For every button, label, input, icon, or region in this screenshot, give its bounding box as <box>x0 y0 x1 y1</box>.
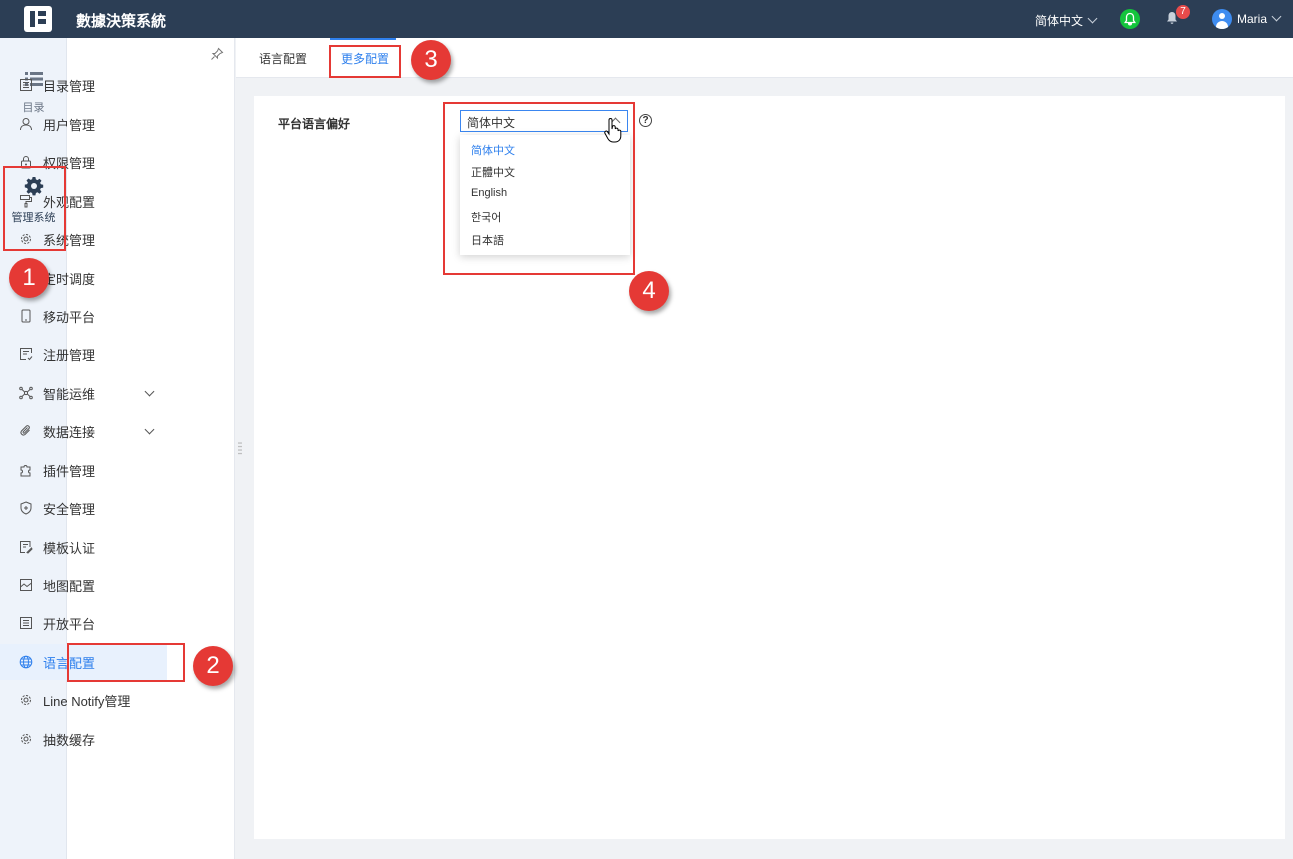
app-title: 數據決策系統 <box>76 13 167 30</box>
list-icon <box>18 615 34 631</box>
sidebar-item-label: 注册管理 <box>43 347 96 363</box>
sidebar-item-label: 插件管理 <box>43 463 96 479</box>
sidebar-item-security[interactable]: 安全管理 <box>0 490 167 526</box>
resize-handle[interactable] <box>238 442 242 456</box>
user-menu[interactable]: Maria <box>1237 11 1282 26</box>
platform-language-label: 平台语言偏好 <box>278 117 351 131</box>
sidebar-item-map[interactable]: 地图配置 <box>0 567 167 603</box>
chevron-down-icon <box>1087 13 1098 24</box>
sidebar-item-line-notify[interactable]: Line Notify管理 <box>0 682 167 718</box>
annotation-badge-3: 3 <box>411 40 451 80</box>
chevron-down-icon <box>144 424 155 435</box>
tab-language-config[interactable]: 语言配置 <box>259 50 307 67</box>
sidebar-item-plugins[interactable]: 插件管理 <box>0 452 167 488</box>
sidebar-item-users[interactable]: 用户管理 <box>0 106 167 142</box>
annotation-highlight-3 <box>329 45 401 78</box>
language-switcher[interactable]: 简体中文 <box>1035 12 1098 29</box>
sidebar-item-label: 开放平台 <box>43 616 96 632</box>
annotation-badge-4: 4 <box>629 271 669 311</box>
logo-icon[interactable] <box>24 6 52 32</box>
map-icon <box>18 577 34 593</box>
network-icon <box>18 385 34 401</box>
top-bar: 數據決策系統 简体中文 7 Maria <box>0 0 1293 38</box>
sidebar-item-label: 数据连接 <box>43 424 96 440</box>
sidebar-item-label: 智能运维 <box>43 386 96 402</box>
notification-badge: 7 <box>1176 5 1190 19</box>
chevron-down-icon <box>144 386 155 397</box>
help-icon[interactable]: ? <box>639 114 652 127</box>
sidebar-item-label: 模板认证 <box>43 540 96 556</box>
sidebar-item-template-cert[interactable]: 模板认证 <box>0 529 167 565</box>
sidebar-item-label: 定时调度 <box>43 271 96 287</box>
settings-panel <box>254 96 1285 839</box>
language-label: 简体中文 <box>1035 14 1084 28</box>
sidebar-item-label: 抽数缓存 <box>43 732 96 748</box>
sidebar-item-open-platform[interactable]: 开放平台 <box>0 605 167 641</box>
sidebar-item-label: 用户管理 <box>43 117 96 133</box>
puzzle-icon <box>18 462 34 478</box>
annotation-badge-1: 1 <box>9 258 49 298</box>
annotation-highlight-1 <box>3 166 66 251</box>
mobile-icon <box>18 308 34 324</box>
annotation-highlight-4 <box>443 102 635 275</box>
sidebar-item-catalog[interactable]: 目录管理 <box>0 67 167 103</box>
shield-icon <box>18 500 34 516</box>
pin-icon[interactable] <box>210 47 224 61</box>
globe-icon <box>18 654 34 670</box>
sidebar-item-smart-ops[interactable]: 智能运维 <box>0 375 167 411</box>
sidebar-item-data-connection[interactable]: 数据连接 <box>0 413 167 449</box>
sidebar-item-label: 地图配置 <box>43 578 96 594</box>
paperclip-icon <box>18 423 34 439</box>
username: Maria <box>1237 12 1268 26</box>
avatar[interactable] <box>1212 9 1232 29</box>
sidebar-item-label: 目录管理 <box>43 78 96 94</box>
sidebar-item-label: 移动平台 <box>43 309 96 325</box>
template-icon <box>18 539 34 555</box>
gear-icon <box>18 731 34 747</box>
catalog-icon <box>18 77 34 93</box>
sidebar-item-mobile[interactable]: 移动平台 <box>0 298 167 334</box>
chevron-down-icon <box>1271 11 1282 22</box>
user-icon <box>18 116 34 132</box>
gear-icon <box>18 692 34 708</box>
alert-bell-icon[interactable] <box>1120 9 1140 29</box>
register-icon <box>18 346 34 362</box>
annotation-highlight-2 <box>67 643 185 682</box>
sidebar-item-registration[interactable]: 注册管理 <box>0 336 167 372</box>
sidebar-item-label: Line Notify管理 <box>43 693 131 709</box>
active-tab-indicator <box>330 38 396 40</box>
sidebar-item-label: 安全管理 <box>43 501 96 517</box>
sidebar-item-extract-cache[interactable]: 抽数缓存 <box>0 721 167 757</box>
bottom-strip <box>236 852 1293 859</box>
annotation-badge-2: 2 <box>193 646 233 686</box>
